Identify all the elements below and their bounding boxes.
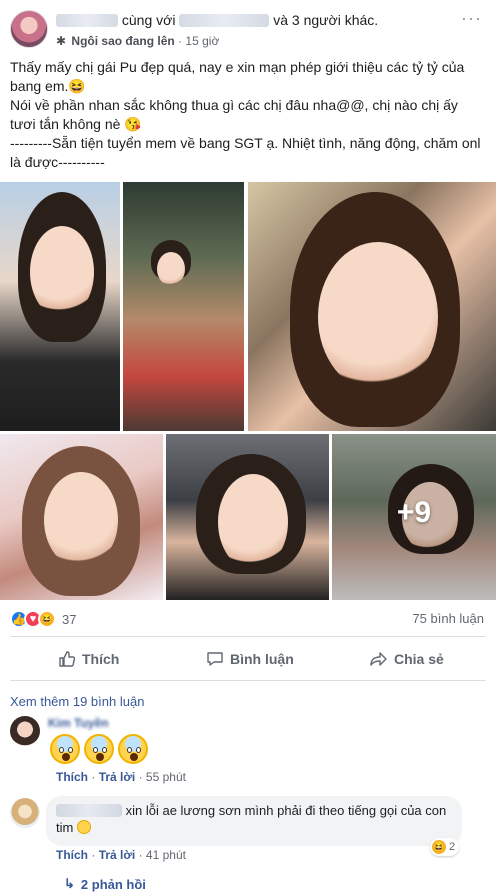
commenter-name[interactable]: Kim Tuyền (48, 716, 108, 730)
share-label: Chia sẻ (394, 651, 444, 667)
like-button[interactable]: Thích (58, 650, 119, 668)
photo-1[interactable] (0, 182, 120, 431)
scream-emoji-icon (118, 734, 148, 764)
photo-6-more[interactable]: +9 (332, 434, 496, 600)
badge-label: Ngôi sao đang lên (71, 34, 175, 48)
photo-2[interactable] (123, 182, 244, 431)
comment-label: Bình luận (230, 651, 294, 667)
post-text: Thấy mấy chị gái Pu đẹp quá, nay e xin m… (10, 58, 486, 172)
photo-5[interactable] (166, 434, 329, 600)
reaction-summary[interactable]: 👍 ♥ 😆 37 (10, 610, 76, 628)
comment-reactions[interactable]: 😆 2 (430, 838, 460, 856)
photo-4[interactable] (0, 434, 163, 600)
comment-time[interactable]: 41 phút (146, 848, 186, 862)
share-button[interactable]: Chia sẻ (370, 650, 444, 668)
more-options-icon[interactable]: ··· (461, 8, 482, 29)
smile-emoji-icon (76, 820, 91, 834)
post-text-line-3: ---------Sẵn tiện tuyển mem về bang SGT … (10, 135, 481, 170)
action-bar: Thích Bình luận Chia sẻ (0, 642, 496, 678)
more-photos-count[interactable]: +9 (332, 496, 496, 530)
comment-bubble: xin lỗi ae lương sơn mình phải đi theo t… (46, 796, 462, 846)
comment-icon (207, 652, 223, 666)
see-more-comments-link[interactable]: Xem thêm 19 bình luận (10, 694, 144, 709)
comment-meta: Thích · Trả lời · 41 phút (56, 848, 186, 862)
post-header: cùng với và 3 người khác. ✱ Ngôi sao đan… (0, 0, 496, 52)
view-replies-link[interactable]: ↳ 2 phản hồi (64, 876, 146, 892)
others-text[interactable]: và 3 người khác. (273, 12, 378, 28)
comment-time[interactable]: 55 phút (146, 770, 186, 784)
star-icon: ✱ (56, 34, 67, 48)
comment-react-count: 2 (449, 841, 456, 853)
comments-section: Xem thêm 19 bình luận Kim Tuyền Thích · … (0, 684, 496, 892)
comment-button[interactable]: Bình luận (206, 650, 294, 668)
comment-reply-link[interactable]: Trả lời (99, 848, 136, 862)
author-name-blurred[interactable] (56, 14, 118, 27)
replies-label: 2 phản hồi (80, 876, 146, 892)
tagged-name-blurred[interactable] (179, 14, 270, 27)
comment-reply-link[interactable]: Trả lời (99, 770, 136, 784)
divider (10, 636, 486, 637)
post-meta: ✱ Ngôi sao đang lên · 15 giờ (56, 34, 219, 48)
post-time[interactable]: · 15 giờ (178, 34, 219, 48)
with-text: cùng với (121, 12, 176, 28)
scream-emoji-icon (50, 734, 80, 764)
scream-emoji-icon (84, 734, 114, 764)
divider (10, 680, 486, 681)
photo-3[interactable] (248, 182, 496, 431)
post-text-line-1: Thấy mấy chị gái Pu đẹp quá, nay e xin m… (10, 59, 465, 94)
share-icon (370, 652, 387, 666)
reaction-count[interactable]: 37 (62, 612, 76, 627)
comment-text: xin lỗi ae lương sơn mình phải đi theo t… (56, 803, 447, 835)
comment-like-link[interactable]: Thích (56, 770, 88, 784)
comment-meta: Thích · Trả lời · 55 phút (56, 770, 186, 784)
author-avatar[interactable] (10, 10, 48, 48)
thumbs-up-icon (59, 651, 76, 667)
haha-icon: 😆 (432, 840, 446, 854)
photo-grid: +9 (0, 182, 496, 600)
commenter-avatar[interactable] (10, 716, 40, 746)
comment-count[interactable]: 75 bình luận (412, 611, 484, 626)
commenter-name-blurred[interactable] (56, 804, 122, 817)
commenter-avatar[interactable] (10, 798, 40, 828)
like-label: Thích (82, 651, 120, 667)
post-author-line: cùng với và 3 người khác. (56, 12, 378, 28)
haha-icon: 😆 (38, 610, 56, 628)
post-text-line-2: Nói về phần nhan sắc không thua gì các c… (10, 97, 458, 132)
comment-like-link[interactable]: Thích (56, 848, 88, 862)
reply-arrow-icon: ↳ (64, 876, 75, 891)
